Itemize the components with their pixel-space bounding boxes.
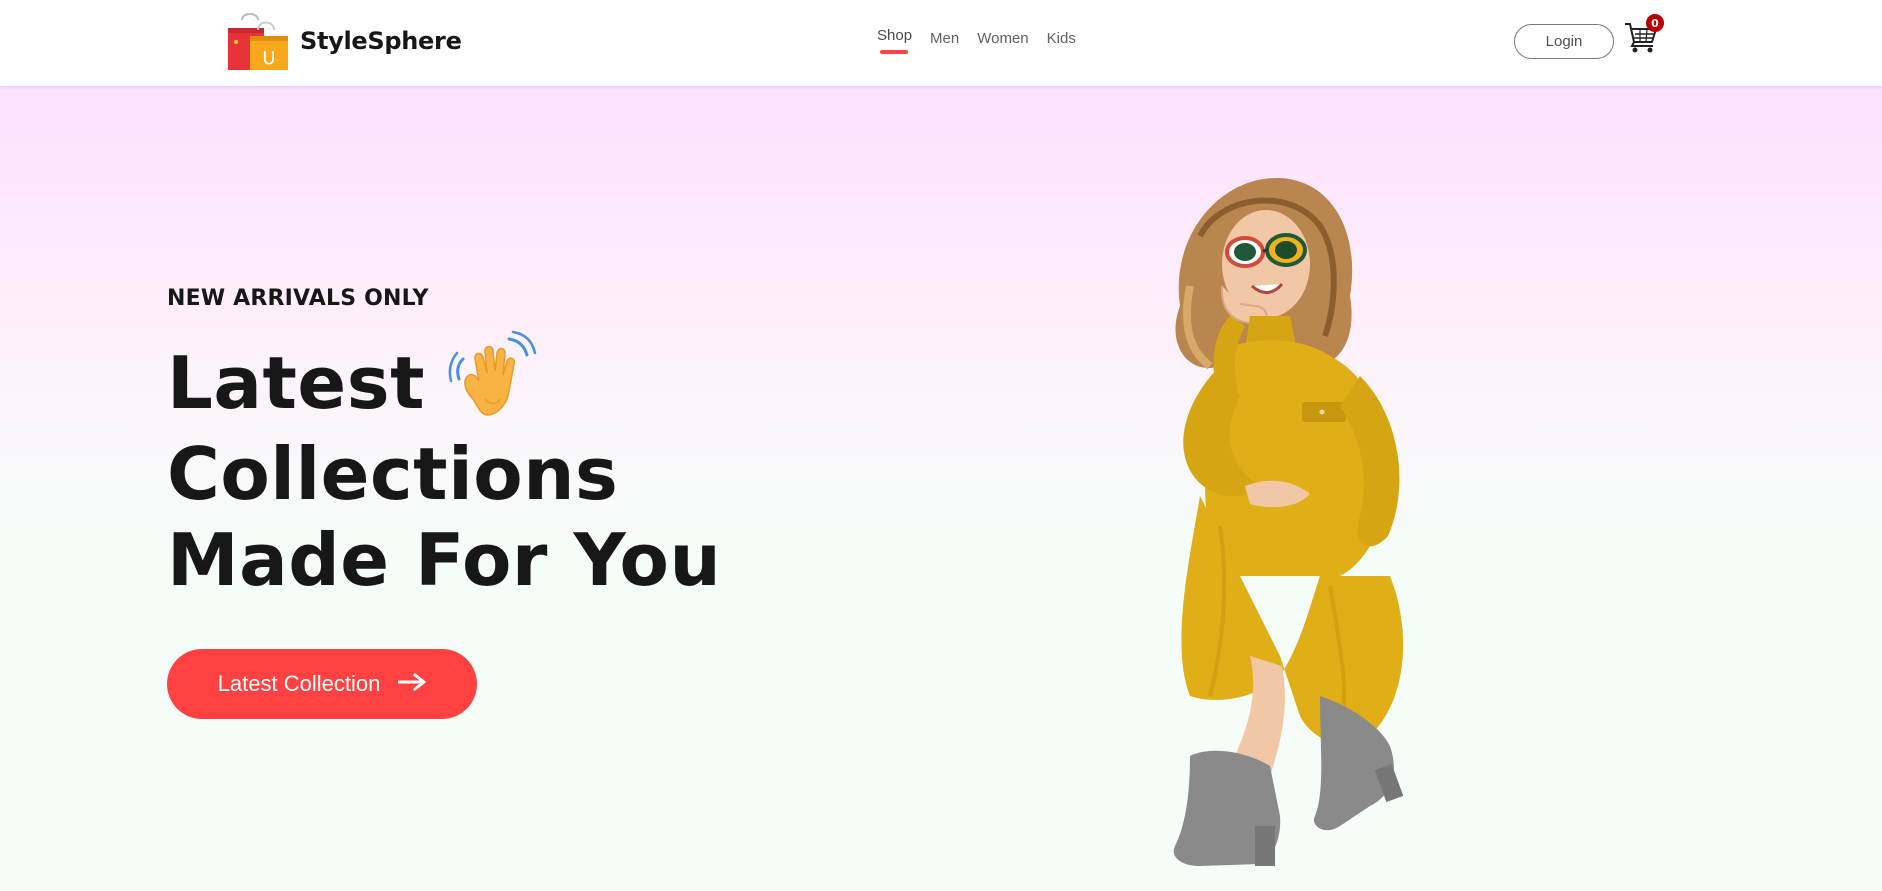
fashion-model-image [1070,176,1470,876]
hero-text: NEW ARRIVALS ONLY Latest Collections Mad… [167,286,721,603]
nav-item-women[interactable]: Women [977,28,1028,56]
hero-kicker: NEW ARRIVALS ONLY [167,286,429,311]
active-nav-indicator [880,50,908,54]
latest-collection-button[interactable]: Latest Collection [167,649,477,719]
login-button[interactable]: Login [1514,24,1614,59]
main-nav: Shop Men Women Kids [877,27,1076,56]
cta-label: Latest Collection [217,671,381,696]
navbar: U StyleSphere Shop Men Women Kids Login [0,0,1882,86]
hero-section: NEW ARRIVALS ONLY Latest Collections Mad… [0,86,1882,891]
arrow-right-icon [397,671,426,697]
headline-line: Collections [167,432,619,516]
svg-text:U: U [262,48,275,69]
nav-item-kids[interactable]: Kids [1047,28,1076,56]
nav-item-label: Shop [877,27,913,44]
nav-item-label: Men [930,30,960,47]
nav-item-men[interactable]: Men [930,28,959,56]
waving-hand-icon [445,329,541,425]
headline-line: Latest [167,330,721,431]
headline-line: Made For You [167,518,722,602]
brand-name: StyleSphere [300,27,462,55]
headline-text: Latest [167,341,425,425]
cart-count-badge: 0 [1646,14,1664,32]
hero-headline: Latest Collections Made For You [167,330,722,603]
nav-item-label: Women [977,30,1029,47]
shopping-bag-icon: U [228,12,288,70]
nav-item-shop[interactable]: Shop [877,27,913,56]
nav-item-label: Kids [1046,30,1076,47]
brand-logo[interactable]: U StyleSphere [228,12,462,70]
